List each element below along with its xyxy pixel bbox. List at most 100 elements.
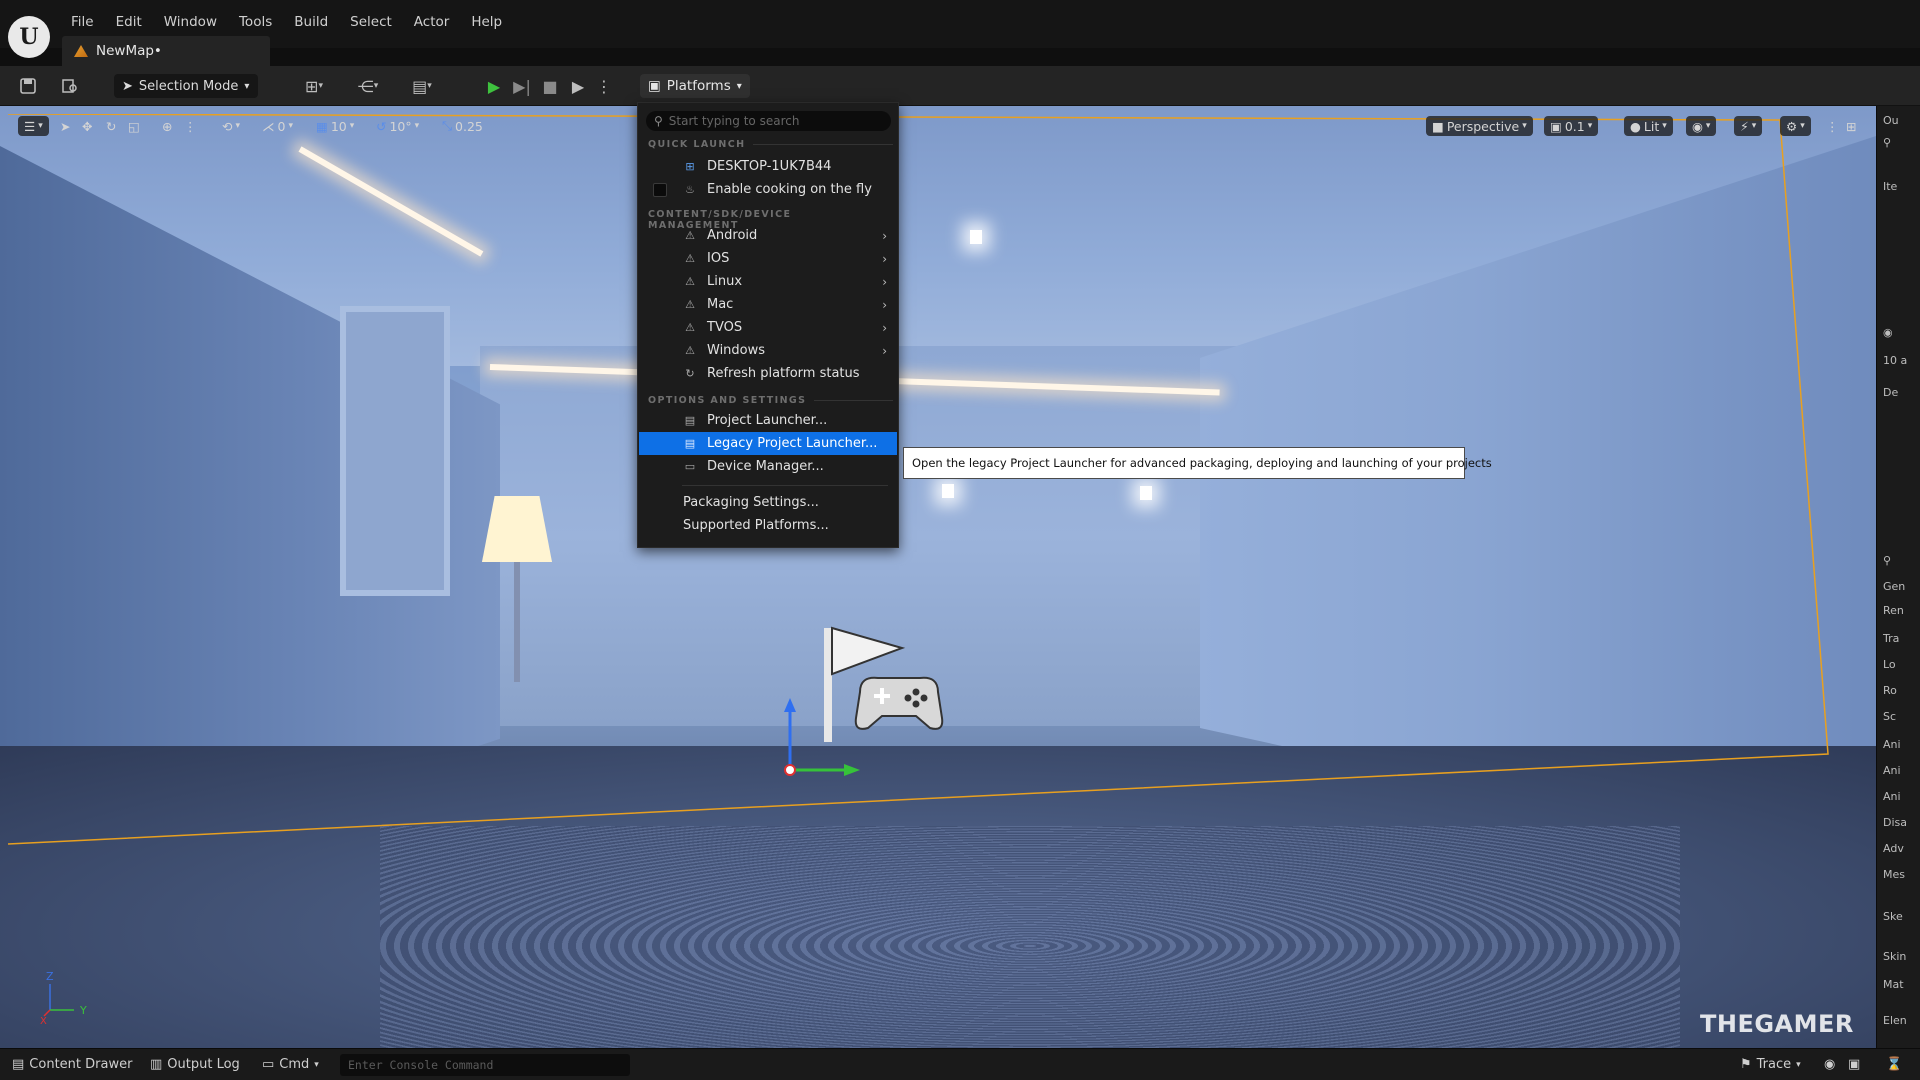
launch-icon[interactable]: ▶ bbox=[568, 76, 588, 96]
menu-item-device[interactable]: ⊞ DESKTOP-1UK7B44 bbox=[639, 155, 897, 178]
document-tab-newmap[interactable]: NewMap• bbox=[62, 36, 270, 66]
rotate-tool-icon[interactable]: ↻ bbox=[106, 116, 116, 136]
snapshot-icon[interactable]: ▣ bbox=[1848, 1057, 1860, 1072]
lit-dropdown[interactable]: ● Lit ▾ bbox=[1624, 116, 1673, 136]
section-transform[interactable]: Tra bbox=[1877, 632, 1920, 654]
warning-icon: ⚠ bbox=[685, 344, 695, 357]
show-dropdown[interactable]: ◉ ▾ bbox=[1686, 116, 1717, 136]
cook-on-the-fly-checkbox[interactable] bbox=[653, 182, 667, 197]
grid-snap-button[interactable]: ▦ 10 ▾ bbox=[316, 116, 354, 136]
menu-item-refresh-platform-status[interactable]: ↻ Refresh platform status bbox=[639, 362, 897, 385]
menu-item-windows[interactable]: ⚠ Windows › bbox=[639, 339, 897, 362]
search-icon: ⚲ bbox=[654, 114, 663, 128]
translate-tool-icon[interactable]: ✥ bbox=[82, 116, 92, 136]
section-advanced[interactable]: Adv bbox=[1877, 842, 1920, 864]
menu-item-device-manager[interactable]: ▭ Device Manager... bbox=[639, 455, 897, 478]
more-icon[interactable]: ⋮ bbox=[184, 116, 197, 136]
document-tab-label: NewMap• bbox=[96, 43, 162, 59]
section-animation[interactable]: Ani bbox=[1877, 738, 1920, 760]
output-log-label: Output Log bbox=[167, 1057, 240, 1072]
section-mesh[interactable]: Mes bbox=[1877, 868, 1920, 890]
perspective-dropdown[interactable]: ■ Perspective ▾ bbox=[1426, 116, 1533, 136]
unreal-logo-icon[interactable]: U bbox=[8, 16, 50, 58]
play-icon[interactable]: ▶ bbox=[484, 76, 504, 96]
settings-dropdown[interactable]: ⚙ ▾ bbox=[1780, 116, 1811, 136]
cook-icon: ♨ bbox=[685, 183, 695, 196]
stop-icon[interactable]: ■ bbox=[540, 76, 560, 96]
select-tool-icon[interactable]: ➤ bbox=[60, 116, 70, 136]
cmd-dropdown[interactable]: ▭ Cmd ▾ bbox=[262, 1057, 319, 1072]
viewport-options-button[interactable]: ☰ ▾ bbox=[18, 116, 49, 136]
eye-icon[interactable]: ◉ bbox=[1877, 326, 1920, 348]
menu-file[interactable]: File bbox=[60, 14, 105, 30]
save-icon[interactable] bbox=[18, 76, 38, 96]
layout-icon[interactable]: ⊞ bbox=[1846, 116, 1856, 136]
more-options-icon[interactable]: ⋮ bbox=[594, 76, 614, 96]
menu-item-android[interactable]: ⚠ Android › bbox=[639, 224, 897, 247]
menu-item-linux[interactable]: ⚠ Linux › bbox=[639, 270, 897, 293]
trace-dropdown[interactable]: ⚑ Trace ▾ bbox=[1740, 1057, 1801, 1072]
field-anim-to-play: Ani bbox=[1883, 790, 1901, 803]
tab-general[interactable]: Gen bbox=[1877, 580, 1920, 602]
platforms-button[interactable]: ▣ Platforms ▾ bbox=[640, 74, 750, 98]
rotation-snap-a[interactable]: ⋌ 0 ▾ bbox=[262, 116, 293, 136]
menu-build[interactable]: Build bbox=[283, 14, 339, 30]
device-manager-label: Device Manager... bbox=[707, 459, 824, 474]
packaging-label: Packaging Settings... bbox=[683, 495, 819, 510]
window bbox=[340, 306, 450, 596]
thegamer-watermark: THEGAMER bbox=[1700, 1010, 1854, 1038]
menu-window[interactable]: Window bbox=[153, 14, 228, 30]
menu-item-ios[interactable]: ⚠ IOS › bbox=[639, 247, 897, 270]
snap-rotation-value: 0 bbox=[277, 118, 286, 134]
step-icon[interactable]: ▶| bbox=[512, 76, 532, 96]
details-search-icon[interactable]: ⚲ bbox=[1877, 554, 1920, 576]
view-axis-indicator: Z Y X bbox=[40, 970, 87, 1024]
performance-dropdown[interactable]: ⚡ ▾ bbox=[1734, 116, 1763, 136]
output-log-button[interactable]: ▥ Output Log bbox=[150, 1057, 240, 1072]
menu-edit[interactable]: Edit bbox=[105, 14, 153, 30]
derived-data-icon[interactable]: ⌛ bbox=[1886, 1057, 1902, 1072]
rotation-snap-value: 10° bbox=[389, 118, 412, 134]
menu-actor[interactable]: Actor bbox=[403, 14, 461, 30]
outliner-tab[interactable]: Ou bbox=[1877, 114, 1920, 136]
field-skeletal-mesh: Ske bbox=[1883, 910, 1903, 923]
menu-item-project-launcher[interactable]: ▤ Project Launcher... bbox=[639, 409, 897, 432]
menu-select[interactable]: Select bbox=[339, 14, 403, 30]
menu-help[interactable]: Help bbox=[460, 14, 513, 30]
scale-snap-button[interactable]: ⤡ 0.25 bbox=[442, 116, 483, 136]
cinematics-icon[interactable]: ▤ ▾ bbox=[404, 76, 440, 96]
record-icon[interactable]: ◉ bbox=[1824, 1057, 1835, 1072]
add-actor-icon[interactable]: ⊞ ▾ bbox=[296, 76, 332, 96]
menu-tools[interactable]: Tools bbox=[228, 14, 283, 30]
menu-item-packaging-settings[interactable]: Packaging Settings... bbox=[639, 491, 897, 514]
menu-item-cook-on-the-fly[interactable]: ♨ Enable cooking on the fly bbox=[639, 178, 897, 201]
browse-content-icon[interactable] bbox=[60, 76, 80, 96]
cmd-icon: ▭ bbox=[262, 1057, 275, 1072]
surface-snap-button[interactable]: ⟲ ▾ bbox=[222, 116, 240, 136]
tab-rendering[interactable]: Ren bbox=[1877, 604, 1920, 626]
details-tab[interactable]: De bbox=[1877, 386, 1920, 408]
camera-speed-dropdown[interactable]: ▣ 0.1 ▾ bbox=[1544, 116, 1599, 136]
section-materials[interactable]: Mat bbox=[1877, 978, 1920, 1000]
platforms-menu: ⚲ Start typing to search QUICK LAUNCH ⊞ … bbox=[637, 102, 899, 548]
menu-item-legacy-project-launcher[interactable]: ▤ Legacy Project Launcher... bbox=[639, 432, 897, 455]
world-local-icon[interactable]: ⊕ bbox=[162, 116, 172, 136]
menu-item-supported-platforms[interactable]: Supported Platforms... bbox=[639, 514, 897, 537]
filter-icon[interactable]: ⚲ bbox=[1877, 136, 1920, 158]
console-command-input[interactable]: Enter Console Command bbox=[340, 1054, 630, 1076]
scale-tool-icon[interactable]: ◱ bbox=[128, 116, 140, 136]
menu-item-mac[interactable]: ⚠ Mac › bbox=[639, 293, 897, 316]
menu-item-tvos[interactable]: ⚠ TVOS › bbox=[639, 316, 897, 339]
field-scale: Sc bbox=[1883, 710, 1897, 723]
selection-mode-dropdown[interactable]: ➤ Selection Mode ▾ bbox=[114, 74, 258, 98]
outliner-item-column: Ite bbox=[1883, 180, 1898, 193]
menu-search-input[interactable]: ⚲ Start typing to search bbox=[646, 111, 891, 131]
viewport-more-icon[interactable]: ⋮ bbox=[1826, 116, 1839, 136]
level-viewport[interactable]: Z Y X THEGAMER bbox=[0, 106, 1876, 1048]
warning-icon: ⚠ bbox=[685, 252, 695, 265]
content-drawer-button[interactable]: ▤ Content Drawer bbox=[12, 1057, 132, 1072]
blueprint-icon[interactable]: ⋲ ▾ bbox=[350, 76, 386, 96]
rotation-snap-button[interactable]: ↺ 10° ▾ bbox=[376, 116, 419, 136]
player-start-icon[interactable] bbox=[820, 622, 960, 752]
gear-icon: ⚙ bbox=[1786, 118, 1798, 134]
